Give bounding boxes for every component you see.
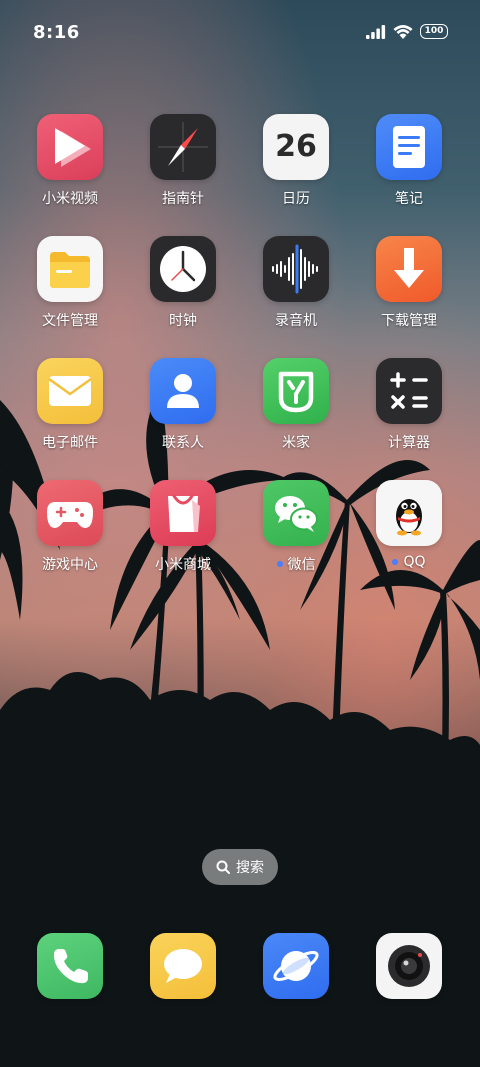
app-label: 小米视频 <box>42 191 98 207</box>
app-label: 计算器 <box>388 435 430 451</box>
app-label: 下载管理 <box>381 313 437 329</box>
notes-icon <box>376 114 442 180</box>
app-notes[interactable]: 笔记 <box>353 114 465 208</box>
dock-camera[interactable] <box>353 933 465 999</box>
app-label: 录音机 <box>275 313 317 329</box>
status-time: 8:16 <box>33 22 80 43</box>
shopping-bag-icon <box>150 480 216 546</box>
app-row-1: 小米视频 指南针 26 日历 笔记 <box>0 114 480 224</box>
battery-indicator: 100 <box>420 24 448 39</box>
search-button[interactable]: 搜索 <box>202 849 278 885</box>
notification-dot <box>276 561 283 567</box>
app-label: 小米商城 <box>155 557 211 573</box>
dock-messages[interactable] <box>127 933 239 999</box>
app-mi-video[interactable]: 小米视频 <box>14 114 126 208</box>
app-mi-mall[interactable]: 小米商城 <box>127 480 239 574</box>
gamepad-icon <box>37 480 103 546</box>
app-row-3: 电子邮件 联系人 米家 计算器 <box>0 358 480 468</box>
app-calendar[interactable]: 26 日历 <box>240 114 352 208</box>
app-label: 日历 <box>282 191 310 207</box>
app-recorder[interactable]: 录音机 <box>240 236 352 330</box>
wifi-icon <box>393 25 413 39</box>
contacts-person-icon <box>150 358 216 424</box>
app-label: 时钟 <box>169 313 197 329</box>
status-bar: 8:16 100 <box>0 0 480 68</box>
app-wechat[interactable]: 微信 <box>240 480 352 574</box>
phone-icon <box>37 933 103 999</box>
app-email[interactable]: 电子邮件 <box>14 358 126 452</box>
video-play-icon <box>37 114 103 180</box>
qq-penguin-icon <box>376 480 442 546</box>
app-file-manager[interactable]: 文件管理 <box>14 236 126 330</box>
recorder-waveform-icon <box>263 236 329 302</box>
messages-icon <box>150 933 216 999</box>
app-mijia[interactable]: 米家 <box>240 358 352 452</box>
cellular-signal-icon <box>366 24 386 39</box>
app-label: 电子邮件 <box>42 435 98 451</box>
browser-icon <box>263 933 329 999</box>
app-download-manager[interactable]: 下载管理 <box>353 236 465 330</box>
camera-icon <box>376 933 442 999</box>
app-calculator[interactable]: 计算器 <box>353 358 465 452</box>
download-arrow-icon <box>376 236 442 302</box>
app-label: 联系人 <box>162 435 204 451</box>
app-label: 米家 <box>282 435 310 451</box>
mijia-icon <box>263 358 329 424</box>
app-contacts[interactable]: 联系人 <box>127 358 239 452</box>
app-label: 文件管理 <box>42 313 98 329</box>
app-row-4: 游戏中心 小米商城 微信 QQ <box>0 480 480 590</box>
mail-envelope-icon <box>37 358 103 424</box>
app-qq[interactable]: QQ <box>353 480 465 570</box>
status-icons: 100 <box>366 24 448 39</box>
app-label: QQ <box>403 554 426 570</box>
calendar-icon: 26 <box>263 114 329 180</box>
app-row-2: 文件管理 时钟 录音机 下载管理 <box>0 236 480 346</box>
dock-browser[interactable] <box>240 933 352 999</box>
app-label: 指南针 <box>162 191 204 207</box>
calculator-icon <box>376 358 442 424</box>
search-icon <box>216 860 230 874</box>
compass-icon <box>150 114 216 180</box>
notification-dot <box>392 559 399 565</box>
app-label: 微信 <box>287 557 316 573</box>
dock-phone[interactable] <box>14 933 126 999</box>
calendar-date: 26 <box>275 129 317 164</box>
app-label: 笔记 <box>395 191 423 207</box>
folder-icon <box>37 236 103 302</box>
app-label: 游戏中心 <box>42 557 98 573</box>
clock-icon <box>150 236 216 302</box>
dock <box>0 933 480 999</box>
app-compass[interactable]: 指南针 <box>127 114 239 208</box>
app-clock[interactable]: 时钟 <box>127 236 239 330</box>
search-label: 搜索 <box>236 860 264 876</box>
app-game-center[interactable]: 游戏中心 <box>14 480 126 574</box>
wechat-icon <box>263 480 329 546</box>
